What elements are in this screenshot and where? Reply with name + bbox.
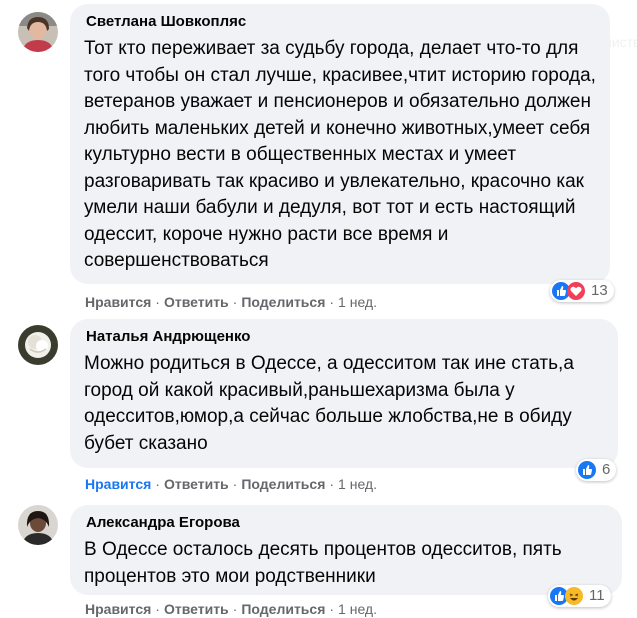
comment-actions: Нравится · Ответить · Поделиться · 1 нед. <box>85 600 377 618</box>
comment-author[interactable]: Светлана Шовкопляс <box>86 12 596 32</box>
reply-link[interactable]: Ответить <box>164 601 229 617</box>
like-reaction-icon <box>578 461 596 479</box>
comment-actions: Нравится · Ответить · Поделиться · 1 нед. <box>85 475 377 493</box>
separator: · <box>329 476 335 492</box>
reaction-count: 13 <box>591 282 608 299</box>
separator: · <box>155 476 160 492</box>
separator: · <box>329 601 335 617</box>
reactions-badge[interactable]: 11 <box>548 585 611 607</box>
comment-author[interactable]: Александра Егорова <box>86 513 608 533</box>
separator: · <box>232 601 238 617</box>
reply-link[interactable]: Ответить <box>164 476 229 492</box>
reply-link[interactable]: Ответить <box>164 294 229 310</box>
avatar[interactable] <box>18 505 58 545</box>
comment-text: В Одессе осталось десять процентов одесс… <box>84 539 562 587</box>
separator: · <box>232 476 238 492</box>
comment-text: Тот кто переживает за судьбу города, дел… <box>84 38 596 271</box>
reactions-badge[interactable]: 13 <box>550 280 614 302</box>
separator: · <box>155 294 160 310</box>
comment-bubble: Светлана Шовкопляс Тот кто переживает за… <box>70 4 610 284</box>
timestamp[interactable]: 1 нед. <box>338 601 377 617</box>
comment-actions: Нравится · Ответить · Поделиться · 1 нед. <box>85 293 377 311</box>
reaction-count: 6 <box>602 461 611 478</box>
comment-bubble: Наталья Андрющенко Можно родиться в Одес… <box>70 319 618 468</box>
separator: · <box>155 601 160 617</box>
like-link[interactable]: Нравится <box>85 601 151 617</box>
share-link[interactable]: Поделиться <box>241 294 325 310</box>
like-link[interactable]: Нравится <box>85 476 151 492</box>
reactions-badge[interactable]: 6 <box>576 459 617 481</box>
share-link[interactable]: Поделиться <box>241 601 325 617</box>
comment-author[interactable]: Наталья Андрющенко <box>86 327 604 347</box>
separator: · <box>329 294 335 310</box>
like-link[interactable]: Нравится <box>85 294 151 310</box>
share-link[interactable]: Поделиться <box>241 476 325 492</box>
haha-reaction-icon <box>565 587 583 605</box>
reaction-count: 11 <box>589 587 605 604</box>
avatar[interactable] <box>18 325 58 365</box>
timestamp[interactable]: 1 нед. <box>338 476 377 492</box>
comment-bubble: Александра Егорова В Одессе осталось дес… <box>70 505 622 595</box>
avatar[interactable] <box>18 12 58 52</box>
love-reaction-icon <box>567 282 585 300</box>
timestamp[interactable]: 1 нед. <box>338 294 377 310</box>
separator: · <box>232 294 238 310</box>
comment-text: Можно родиться в Одессе, а одесситом так… <box>84 353 574 454</box>
